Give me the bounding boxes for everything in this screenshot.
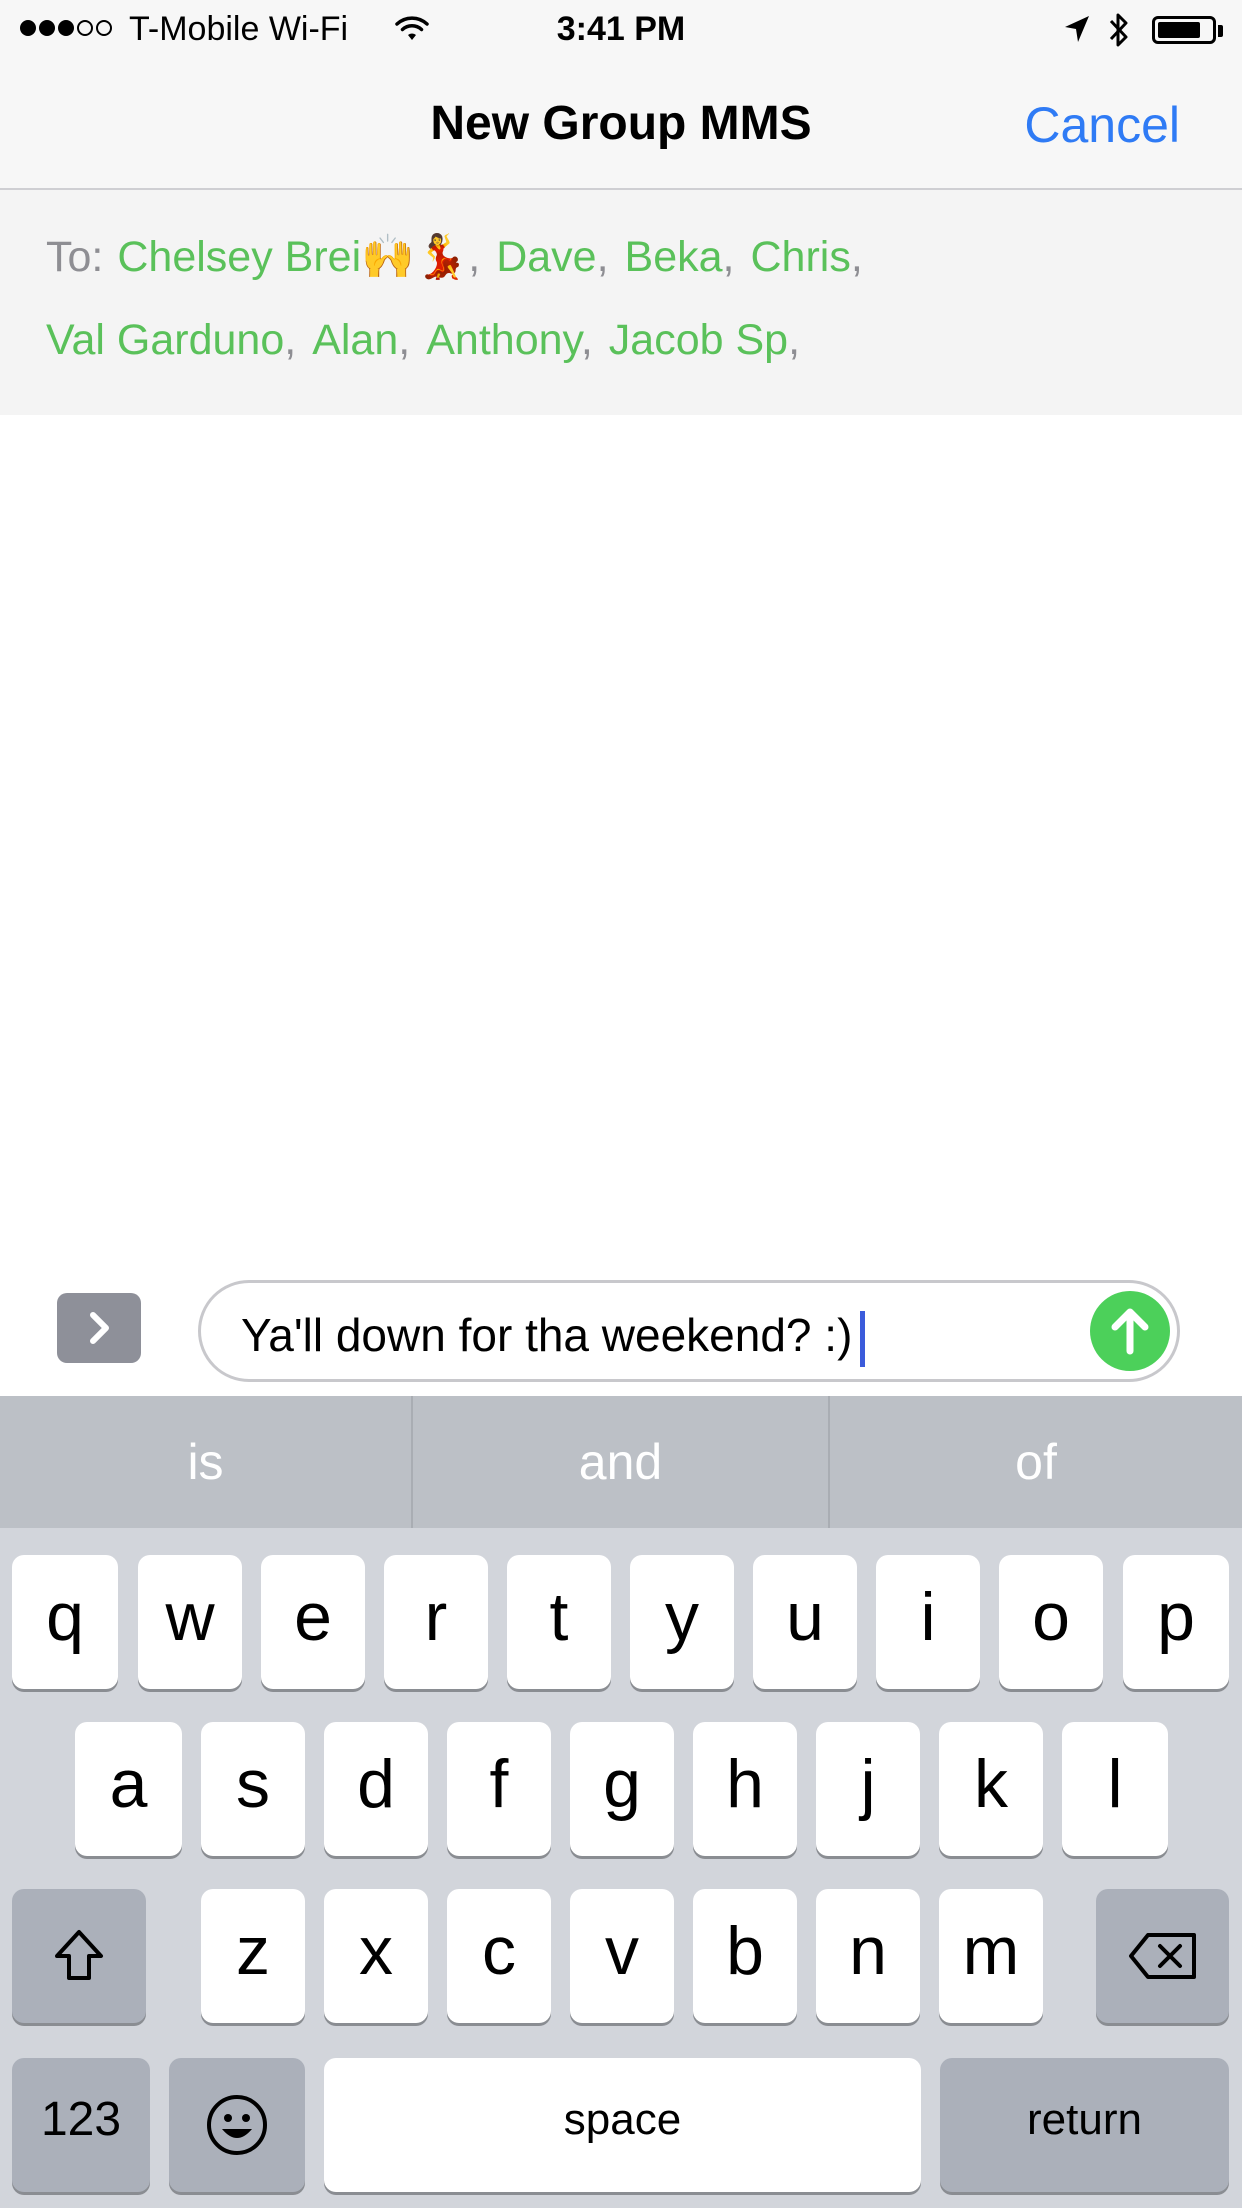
key-q[interactable]: q <box>12 1555 118 1689</box>
return-key[interactable]: return <box>940 2058 1229 2192</box>
battery-fill <box>1158 22 1200 38</box>
key-c[interactable]: c <box>447 1889 551 2023</box>
suggestion-item[interactable]: is <box>0 1396 411 1528</box>
key-z[interactable]: z <box>201 1889 305 2023</box>
key-v[interactable]: v <box>570 1889 674 2023</box>
backspace-icon <box>1128 1933 1196 1980</box>
key-h[interactable]: h <box>693 1722 797 1856</box>
recipient-token[interactable]: Beka <box>625 233 723 281</box>
message-text: Ya'll down for tha weekend? :) <box>241 1308 866 1367</box>
emoji-icon <box>207 2095 267 2156</box>
recipients-field[interactable]: To: Chelsey Brei🙌💃, Dave, Beka, Chris, Val G… <box>0 190 1242 415</box>
cancel-button[interactable]: Cancel <box>1024 96 1180 154</box>
key-j[interactable]: j <box>816 1722 920 1856</box>
key-b[interactable]: b <box>693 1889 797 2023</box>
navigation-bar: New Group MMS Cancel <box>0 62 1242 190</box>
shift-key[interactable] <box>12 1889 146 2023</box>
key-y[interactable]: y <box>630 1555 734 1689</box>
key-l[interactable]: l <box>1062 1722 1168 1856</box>
recipient-token[interactable]: Dave <box>496 233 596 281</box>
space-key[interactable]: space <box>324 2058 921 2192</box>
battery-icon <box>1152 16 1216 44</box>
battery-cap <box>1218 25 1223 37</box>
recipients-line: Val Garduno, Alan, Anthony, Jacob Sp, <box>46 316 801 364</box>
expand-apps-button[interactable] <box>57 1293 141 1363</box>
keyboard: is and of q w e r t y u i o p a s d f g … <box>0 1396 1242 2208</box>
recipient-token[interactable]: Val Garduno <box>46 316 284 364</box>
message-input[interactable]: Ya'll down for tha weekend? :) <box>198 1280 1180 1382</box>
backspace-key[interactable] <box>1096 1889 1229 2023</box>
key-p[interactable]: p <box>1123 1555 1229 1689</box>
key-g[interactable]: g <box>570 1722 674 1856</box>
key-r[interactable]: r <box>384 1555 488 1689</box>
predictive-bar: is and of <box>0 1396 1242 1528</box>
key-f[interactable]: f <box>447 1722 551 1856</box>
conversation-area[interactable] <box>0 415 1242 1260</box>
to-label: To: <box>46 233 104 281</box>
key-n[interactable]: n <box>816 1889 920 2023</box>
chevron-right-icon <box>90 1312 109 1344</box>
recipient-token[interactable]: Chelsey Brei🙌💃 <box>117 233 468 281</box>
key-t[interactable]: t <box>507 1555 611 1689</box>
recipients-line: To: Chelsey Brei🙌💃, Dave, Beka, Chris, <box>46 233 863 281</box>
recipient-token[interactable]: Jacob Sp <box>609 316 788 364</box>
suggestion-item[interactable]: of <box>830 1396 1242 1528</box>
message-value: Ya'll down for tha weekend? :) <box>241 1309 853 1361</box>
recipient-token[interactable]: Alan <box>312 316 398 364</box>
recipient-token[interactable]: Chris <box>751 233 851 281</box>
key-w[interactable]: w <box>138 1555 242 1689</box>
key-m[interactable]: m <box>939 1889 1043 2023</box>
key-x[interactable]: x <box>324 1889 428 2023</box>
send-button[interactable] <box>1090 1291 1170 1371</box>
key-k[interactable]: k <box>939 1722 1043 1856</box>
location-arrow-icon <box>1063 14 1091 49</box>
compose-bar: Ya'll down for tha weekend? :) <box>0 1260 1242 1396</box>
recipient-token[interactable]: Anthony <box>426 316 581 364</box>
bluetooth-icon <box>1107 10 1131 55</box>
status-bar: T-Mobile Wi-Fi 3:41 PM <box>0 0 1242 62</box>
key-e[interactable]: e <box>261 1555 365 1689</box>
key-i[interactable]: i <box>876 1555 980 1689</box>
key-s[interactable]: s <box>201 1722 305 1856</box>
emoji-key[interactable] <box>169 2058 305 2192</box>
key-o[interactable]: o <box>999 1555 1103 1689</box>
status-time: 3:41 PM <box>556 10 686 48</box>
arrow-up-icon <box>1111 1308 1149 1355</box>
text-cursor <box>860 1310 866 1367</box>
numbers-key[interactable]: 123 <box>12 2058 150 2192</box>
key-a[interactable]: a <box>75 1722 182 1856</box>
key-d[interactable]: d <box>324 1722 428 1856</box>
suggestion-item[interactable]: and <box>413 1396 828 1528</box>
shift-icon <box>55 1930 103 1981</box>
key-u[interactable]: u <box>753 1555 857 1689</box>
